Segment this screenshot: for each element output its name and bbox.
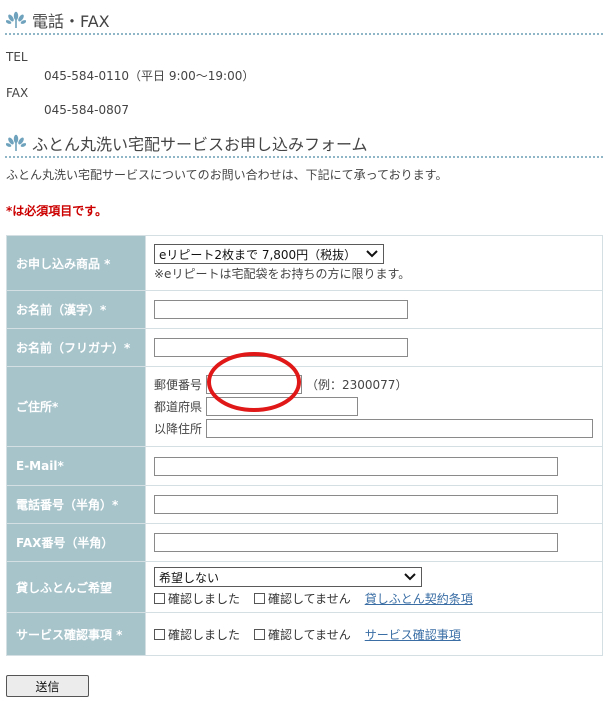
service-terms-link[interactable]: サービス確認事項 <box>365 626 461 643</box>
phone-input[interactable] <box>154 495 558 514</box>
label-phone: 電話番号（半角）* <box>6 485 146 524</box>
label-fax: FAX番号（半角） <box>6 523 146 562</box>
row-product: お申し込み商品 * eリピート2枚まで 7,800円（税抜） ※eリピートは宅配… <box>6 235 603 291</box>
product-select[interactable]: eリピート2枚まで 7,800円（税抜） <box>154 244 384 264</box>
form-heading: ふとん丸洗い宅配サービスお申し込みフォーム <box>6 131 368 155</box>
form-heading-rule <box>5 156 603 158</box>
postal-example: （例：2300077） <box>306 378 408 392</box>
product-note: ※eリピートは宅配袋をお持ちの方に限ります。 <box>154 267 411 281</box>
application-form: お申し込み商品 * eリピート2枚まで 7,800円（税抜） ※eリピートは宅配… <box>6 235 603 656</box>
street-label: 以降住所 <box>154 422 203 436</box>
chevron-down-icon <box>404 573 416 581</box>
row-email: E-Mail* <box>6 446 603 486</box>
name-kanji-input[interactable] <box>154 300 408 319</box>
service-not-confirmed-label: 確認してません <box>268 627 351 642</box>
postal-label: 郵便番号 <box>154 378 203 392</box>
label-name-kana: お名前（フリガナ）* <box>6 328 146 367</box>
row-fax: FAX番号（半角） <box>6 523 603 562</box>
tel-value: 045-584-0110（平日 9:00〜19:00） <box>44 69 255 83</box>
flower-ornament-icon <box>6 134 26 151</box>
row-name-kanji: お名前（漢字）* <box>6 290 603 329</box>
contact-heading-rule <box>5 33 603 35</box>
service-confirmed-checkbox[interactable] <box>154 628 165 640</box>
fax-value: 045-584-0807 <box>44 103 130 117</box>
row-rental: 貸しふとんご希望 希望しない 確認しました 確認してません 貸しふとん契約条項 <box>6 561 603 613</box>
rental-not-confirmed-checkbox[interactable] <box>254 593 266 604</box>
service-not-confirmed-checkbox[interactable] <box>254 628 266 640</box>
label-email: E-Mail* <box>6 446 146 486</box>
flower-ornament-icon <box>6 11 26 28</box>
rental-select[interactable]: 希望しない <box>154 567 422 587</box>
rental-confirmed-checkbox[interactable] <box>154 593 165 604</box>
contact-heading: 電話・FAX <box>6 8 110 32</box>
rental-select-value: 希望しない <box>159 570 220 585</box>
rental-terms-link[interactable]: 貸しふとん契約条項 <box>365 590 473 607</box>
form-heading-title: ふとん丸洗い宅配サービスお申し込みフォーム <box>32 135 368 154</box>
email-input[interactable] <box>154 456 558 476</box>
label-product: お申し込み商品 * <box>6 235 146 291</box>
label-service-confirm: サービス確認事項 * <box>6 612 146 656</box>
row-service-confirm: サービス確認事項 * 確認しました 確認してません サービス確認事項 <box>6 612 603 656</box>
contact-heading-title: 電話・FAX <box>32 12 110 31</box>
form-intro: ふとん丸洗い宅配サービスについてのお問い合わせは、下記にて承っております。 <box>6 168 448 182</box>
rental-not-confirmed-label: 確認してません <box>268 592 351 606</box>
label-rental: 貸しふとんご希望 <box>6 561 146 613</box>
label-address: ご住所* <box>6 366 146 447</box>
annotation-circle <box>207 352 301 412</box>
row-phone: 電話番号（半角）* <box>6 485 603 524</box>
tel-label: TEL <box>6 50 28 64</box>
chevron-down-icon <box>366 250 378 258</box>
label-name-kanji: お名前（漢字）* <box>6 290 146 329</box>
service-confirmed-label: 確認しました <box>168 627 241 642</box>
submit-button[interactable]: 送信 <box>6 675 89 697</box>
rental-confirmed-label: 確認しました <box>168 592 241 606</box>
product-select-value: eリピート2枚まで 7,800円（税抜） <box>159 247 357 262</box>
fax-label: FAX <box>6 86 29 100</box>
fax-input[interactable] <box>154 533 558 552</box>
prefecture-label: 都道府県 <box>154 400 203 414</box>
row-address: ご住所* 郵便番号 （例：2300077） 都道府県 以降住所 <box>6 352 603 447</box>
required-note: *は必須項目です。 <box>6 204 108 218</box>
street-address-input[interactable] <box>206 419 593 438</box>
